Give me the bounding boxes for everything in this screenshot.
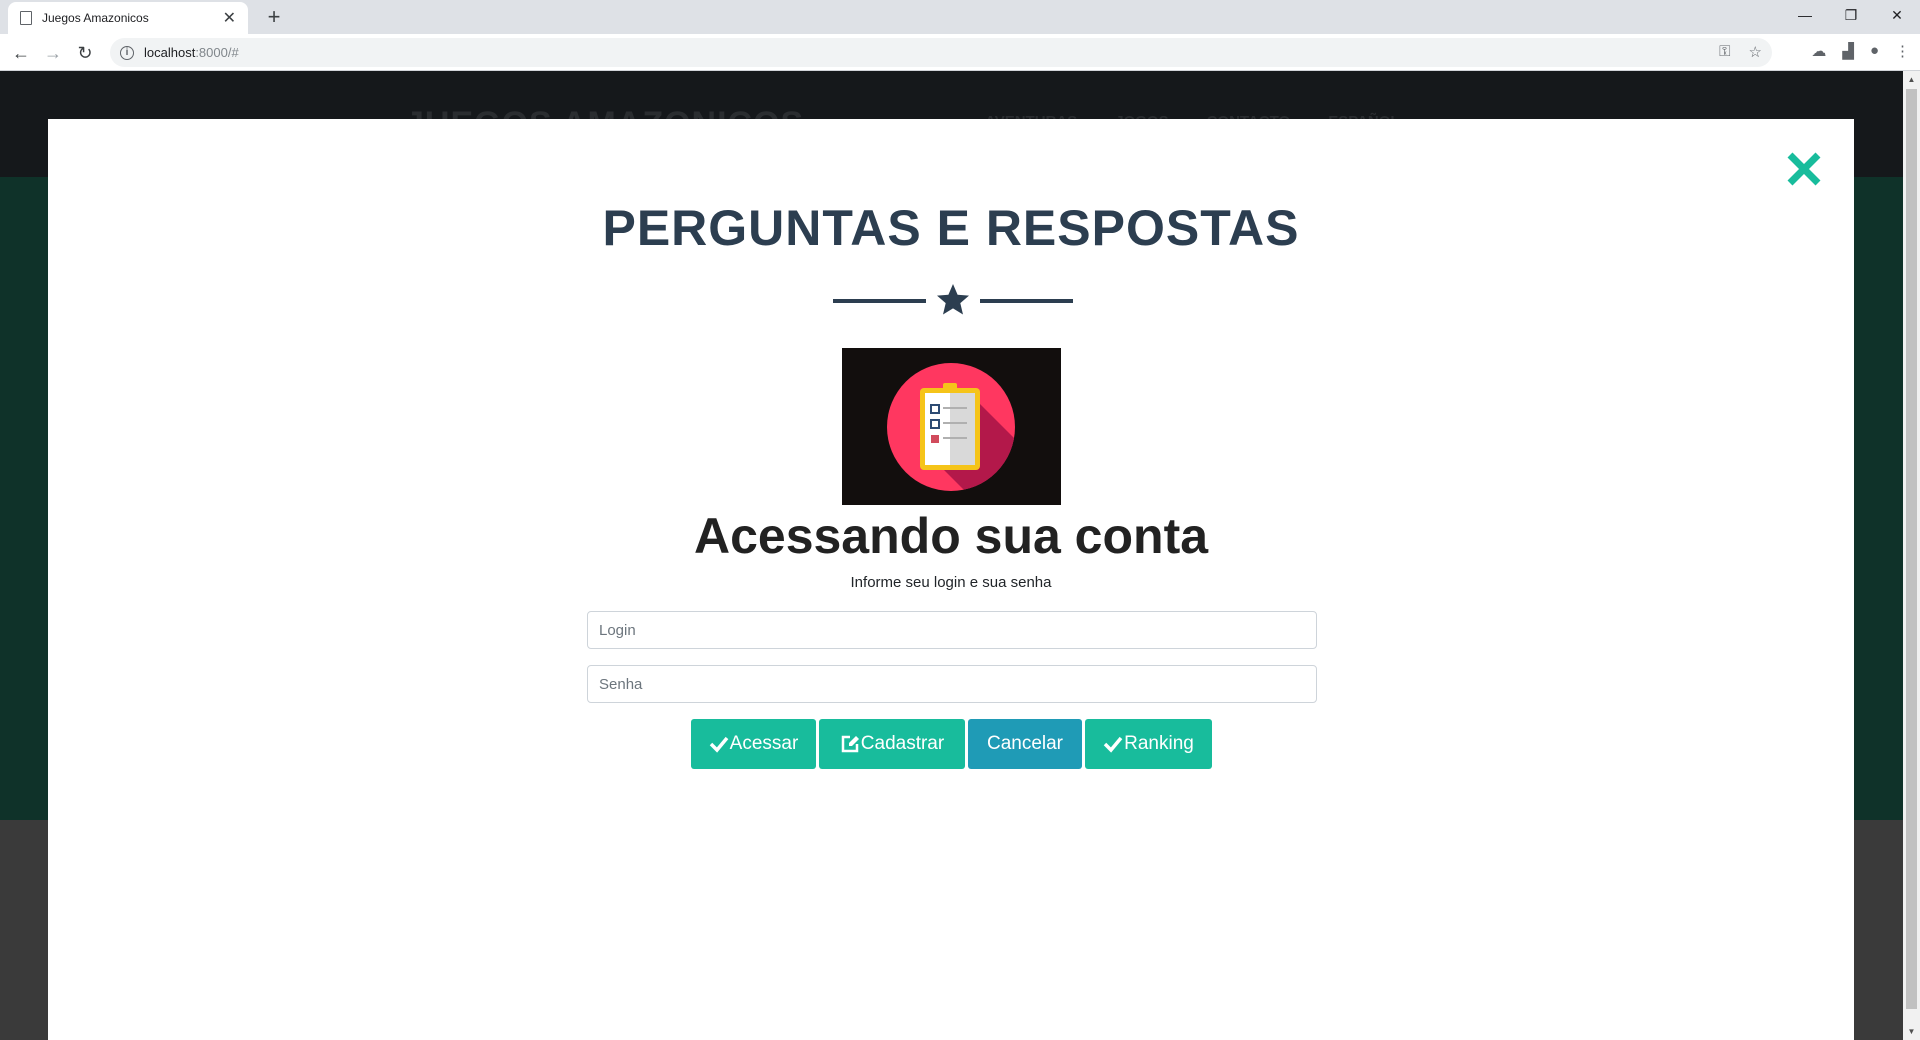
- info-icon[interactable]: i: [120, 45, 134, 60]
- login-input[interactable]: [587, 611, 1317, 649]
- acessar-label: Acessar: [729, 733, 799, 754]
- new-tab-button[interactable]: +: [260, 4, 288, 30]
- url-text[interactable]: localhost:8000/#: [144, 45, 239, 60]
- star-icon: [937, 284, 969, 315]
- acessar-button[interactable]: Acessar: [691, 719, 816, 769]
- back-icon[interactable]: ←: [8, 40, 34, 66]
- signal-icon[interactable]: ▟: [1842, 42, 1854, 60]
- omnibox-actions: ⚿ ☆: [1719, 43, 1762, 61]
- star-divider: [833, 282, 1073, 318]
- profile-icon[interactable]: ●: [1870, 42, 1879, 60]
- restore-button[interactable]: ❐: [1828, 0, 1874, 30]
- divider-line: [833, 299, 926, 303]
- tab-title: Juegos Amazonicos: [42, 11, 149, 25]
- scroll-up-icon[interactable]: ▲: [1903, 71, 1920, 88]
- tab-close-icon[interactable]: ✕: [223, 8, 236, 28]
- scroll-down-icon[interactable]: ▼: [1903, 1023, 1920, 1040]
- modal-title: PERGUNTAS E RESPOSTAS: [602, 200, 1300, 256]
- quiz-image: [842, 348, 1061, 505]
- minimize-button[interactable]: —: [1782, 0, 1828, 30]
- login-subtitle: Informe seu login e sua senha: [850, 574, 1052, 591]
- check-icon: [709, 736, 729, 753]
- reload-icon[interactable]: ↻: [72, 40, 98, 66]
- action-buttons: Acessar Cadastrar Cancelar Ranking: [691, 719, 1212, 769]
- edit-icon: [841, 735, 859, 753]
- browser-tabstrip: Juegos Amazonicos ✕ + — ❐ ✕: [0, 0, 1920, 34]
- ranking-button[interactable]: Ranking: [1085, 719, 1212, 769]
- close-icon[interactable]: [1784, 149, 1824, 189]
- cadastrar-label: Cadastrar: [860, 733, 945, 754]
- browser-tab[interactable]: Juegos Amazonicos ✕: [8, 2, 248, 34]
- scrollbar-thumb[interactable]: [1906, 89, 1917, 1009]
- cancelar-label: Cancelar: [986, 733, 1064, 754]
- forward-icon[interactable]: →: [40, 40, 66, 66]
- cancelar-button[interactable]: Cancelar: [968, 719, 1082, 769]
- divider-line: [980, 299, 1073, 303]
- address-bar[interactable]: i localhost:8000/# ⚿ ☆: [110, 38, 1772, 67]
- menu-icon[interactable]: ⋮: [1895, 42, 1910, 60]
- clipboard-icon: [887, 363, 1015, 491]
- check-icon: [1103, 736, 1123, 753]
- ranking-label: Ranking: [1124, 733, 1194, 754]
- document-icon: [20, 11, 32, 25]
- browser-toolbar: ← → ↻ i localhost:8000/# ⚿ ☆ ☁ ▟ ● ⋮: [0, 34, 1920, 71]
- password-input[interactable]: [587, 665, 1317, 703]
- window-close-button[interactable]: ✕: [1874, 0, 1920, 30]
- extension-icons: ☁ ▟ ● ⋮: [1811, 42, 1910, 60]
- window-controls: — ❐ ✕: [1782, 0, 1920, 30]
- login-heading: Acessando sua conta: [693, 508, 1209, 564]
- key-icon[interactable]: ⚿: [1719, 43, 1730, 61]
- cadastrar-button[interactable]: Cadastrar: [819, 719, 965, 769]
- bookmark-star-icon[interactable]: ☆: [1749, 43, 1762, 61]
- page-scrollbar[interactable]: ▲ ▼: [1903, 71, 1920, 1040]
- cloud-icon[interactable]: ☁: [1811, 42, 1826, 60]
- login-modal: PERGUNTAS E RESPOSTAS Acessando sua cont…: [48, 119, 1854, 1040]
